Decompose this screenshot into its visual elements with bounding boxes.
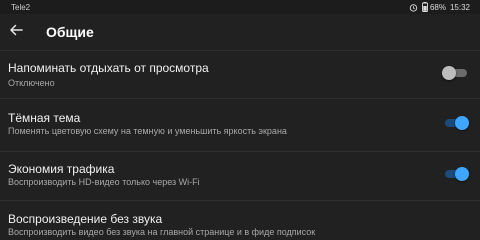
setting-data-saving[interactable]: Экономия трафика Воспроизводить HD-видео… [0,152,480,200]
app-bar: Общие [0,14,480,50]
toggle-thumb [455,116,469,130]
battery-percent: 68% [429,2,446,12]
setting-break-reminder[interactable]: Напоминать отдыхать от просмотра Отключе… [0,51,480,98]
setting-muted-playback[interactable]: Воспроизведение без звука Воспроизводить… [0,201,480,240]
setting-subtitle: Поменять цветовую схему на темную и умен… [8,126,287,136]
setting-subtitle: Воспроизводить HD-видео только через Wi-… [8,177,200,187]
setting-title: Тёмная тема [8,111,81,125]
status-bar: Tele2 68% 15:32 [0,0,480,14]
toggle-thumb [442,66,456,80]
setting-subtitle: Отключено [8,78,55,88]
setting-title: Экономия трафика [8,162,115,176]
status-icons: 68% 15:32 [409,2,470,12]
battery-indicator: 68% [422,2,446,12]
back-button[interactable] [6,22,26,42]
arrow-left-icon [9,23,23,42]
setting-title: Воспроизведение без звука [8,212,163,226]
data-saving-toggle[interactable] [444,167,469,181]
alarm-icon [409,3,418,12]
battery-icon [422,2,428,12]
setting-title: Напоминать отдыхать от просмотра [8,61,209,75]
page-title: Общие [46,24,94,40]
break-reminder-toggle[interactable] [442,66,468,80]
setting-dark-theme[interactable]: Тёмная тема Поменять цветовую схему на т… [0,99,480,151]
toggle-thumb [455,167,469,181]
setting-subtitle: Воспроизводить видео без звука на главно… [8,227,316,237]
carrier-name: Tele2 [11,3,31,12]
clock-time: 15:32 [449,2,470,12]
dark-theme-toggle[interactable] [444,116,469,130]
